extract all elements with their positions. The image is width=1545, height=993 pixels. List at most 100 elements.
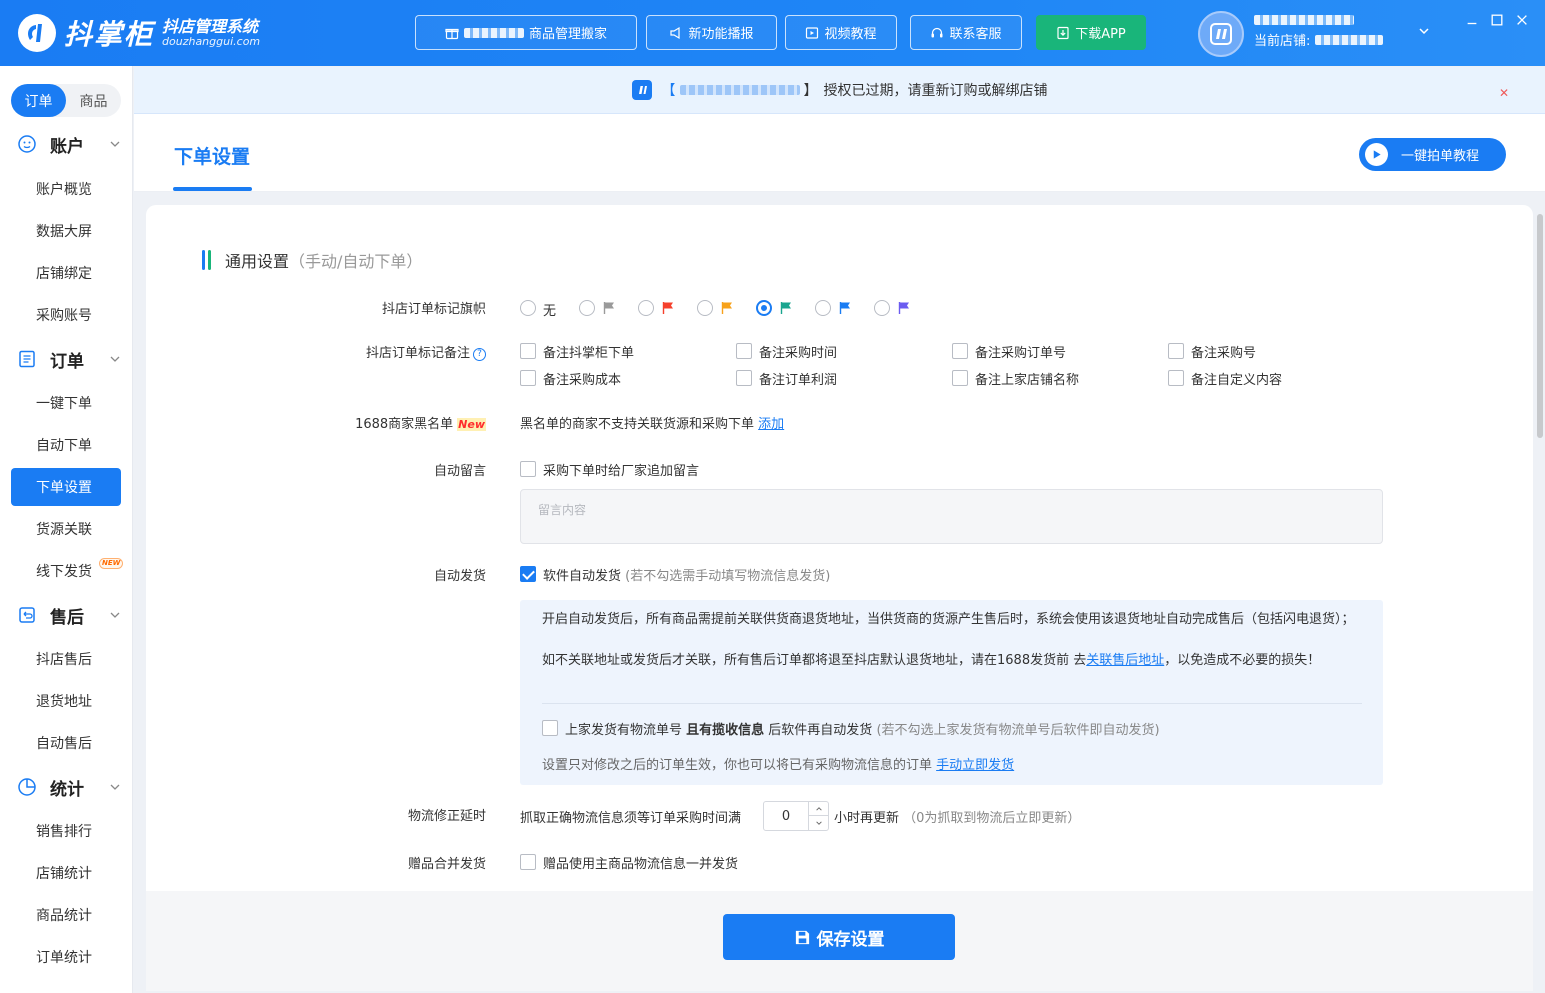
sidebar-item-account-overview[interactable]: 账户概览 xyxy=(11,170,121,208)
play-icon xyxy=(1365,143,1388,166)
flag-radio-grey[interactable] xyxy=(579,300,595,316)
delay-hours-stepper[interactable]: 0 xyxy=(763,801,829,831)
flag-radio-red[interactable] xyxy=(638,300,654,316)
video-tutorial-label: 视频教程 xyxy=(824,27,877,42)
avatar-logo-icon xyxy=(1210,23,1232,45)
save-button-label: 保存设置 xyxy=(816,929,885,950)
green-flag-icon xyxy=(780,302,791,314)
sidebar-item-label: 线下发货 xyxy=(36,564,92,580)
sidebar-item-auto-order[interactable]: 自动下单 xyxy=(11,426,121,464)
nav-group-label: 统计 xyxy=(50,779,84,800)
settings-card xyxy=(146,205,1533,991)
sidebar-item-auto-after-sales[interactable]: 自动售后 xyxy=(11,724,121,762)
nav-group-after-sales[interactable]: 售后 xyxy=(0,600,133,630)
sidebar-item-store-after-sales[interactable]: 抖店售后 xyxy=(11,640,121,678)
decrement-icon[interactable] xyxy=(809,816,829,830)
tab-orders[interactable]: 订单 xyxy=(11,84,66,117)
user-info[interactable]: 当前店铺: xyxy=(1254,12,1383,52)
goods-move-label: 商品管理搬家 xyxy=(528,27,607,42)
blue-flag-icon xyxy=(839,302,850,314)
sidebar-item-source-link[interactable]: 货源关联 xyxy=(11,510,121,548)
chevron-down-icon xyxy=(110,784,120,790)
blacklist-add-link[interactable]: 添加 xyxy=(758,417,784,432)
red-flag-icon xyxy=(662,302,673,314)
remark-checkbox-5[interactable] xyxy=(520,370,536,386)
sidebar-item-return-address[interactable]: 退货地址 xyxy=(11,682,121,720)
user-avatar[interactable] xyxy=(1198,11,1244,57)
remark-option-label: 备注上家店铺名称 xyxy=(975,373,1080,388)
remark-checkbox-1[interactable] xyxy=(520,343,536,359)
delay-hours-value[interactable]: 0 xyxy=(764,802,808,830)
contact-support-button[interactable]: 联系客服 xyxy=(910,15,1022,50)
nav-group-label: 账户 xyxy=(50,136,84,157)
pie-icon xyxy=(18,778,36,796)
sidebar-item-order-stats[interactable]: 订单统计 xyxy=(11,938,121,976)
help-icon[interactable]: ? xyxy=(473,347,486,361)
new-features-button[interactable]: 新功能播报 xyxy=(646,15,777,50)
video-tutorial-button[interactable]: 视频教程 xyxy=(785,15,897,50)
remark-option-label: 备注订单利润 xyxy=(759,373,838,388)
gift-merge-checkbox[interactable] xyxy=(520,854,536,870)
logistics-delay-unit: 小时再更新 xyxy=(834,811,900,826)
close-window-icon[interactable] xyxy=(1514,12,1530,28)
nav-group-stats[interactable]: 统计 xyxy=(0,772,133,802)
manual-ship-link[interactable]: 手动立即发货 xyxy=(936,758,1014,773)
sidebar-item-store-stats[interactable]: 店铺统计 xyxy=(11,854,121,892)
flag-radio-none[interactable] xyxy=(520,300,536,316)
minimize-icon[interactable] xyxy=(1464,12,1480,28)
auto-message-checkbox[interactable] xyxy=(520,461,536,477)
sidebar-item-offline-ship[interactable]: 线下发货 NEW xyxy=(11,552,124,590)
sidebar-item-data-screen[interactable]: 数据大屏 xyxy=(11,212,121,250)
remark-checkbox-7[interactable] xyxy=(952,370,968,386)
remark-checkbox-2[interactable] xyxy=(736,343,752,359)
scrollbar-thumb[interactable] xyxy=(1537,214,1543,438)
nav-group-label: 售后 xyxy=(50,607,84,628)
chevron-down-icon[interactable] xyxy=(1417,24,1431,38)
sidebar-item-purchase-account[interactable]: 采购账号 xyxy=(11,296,121,334)
tab-products[interactable]: 商品 xyxy=(66,84,121,117)
sidebar-item-one-click-order[interactable]: 一键下单 xyxy=(11,384,121,422)
current-store-label: 当前店铺: xyxy=(1254,34,1311,49)
remark-checkbox-6[interactable] xyxy=(736,370,752,386)
download-app-button[interactable]: 下载APP xyxy=(1036,15,1146,50)
save-settings-button[interactable]: 保存设置 xyxy=(723,914,955,960)
flag-none-label: 无 xyxy=(543,304,557,319)
flag-radio-purple[interactable] xyxy=(874,300,890,316)
app-logo: 抖掌柜 抖店管理系统 douzhanggui.com xyxy=(18,12,260,54)
auto-message-label: 自动留言 xyxy=(433,464,486,479)
flag-radio-orange[interactable] xyxy=(697,300,713,316)
remark-option-label: 备注自定义内容 xyxy=(1191,373,1283,388)
nav-group-account[interactable]: 账户 xyxy=(0,129,133,159)
sidebar-item-store-binding[interactable]: 店铺绑定 xyxy=(11,254,121,292)
nav-group-orders[interactable]: 订单 xyxy=(0,344,133,374)
logistics-delay-text-post: 小时再更新 （0为抓取到物流后立即更新） xyxy=(834,807,1080,826)
tutorial-button[interactable]: 一键拍单教程 xyxy=(1359,138,1506,171)
remark-checkbox-3[interactable] xyxy=(952,343,968,359)
blacklist-label-text: 1688商家黑名单 xyxy=(355,417,454,432)
headset-icon xyxy=(931,27,943,37)
blacklist-description: 黑名单的商家不支持关联货源和采购下单 添加 xyxy=(520,413,784,432)
notice-bracket-close: 】 xyxy=(803,83,818,99)
page-header: 下单设置 一键拍单教程 xyxy=(134,114,1545,192)
maximize-icon[interactable] xyxy=(1489,12,1505,28)
message-content-textarea[interactable]: 留言内容 xyxy=(520,489,1383,544)
remark-checkbox-4[interactable] xyxy=(1168,343,1184,359)
app-subtitle: 抖店管理系统 xyxy=(162,17,259,37)
close-icon[interactable]: ✕ xyxy=(1497,86,1511,100)
sidebar-item-order-settings[interactable]: 下单设置 xyxy=(11,468,121,506)
flag-radio-blue[interactable] xyxy=(815,300,831,316)
app-name: 抖掌柜 xyxy=(64,18,155,51)
increment-icon[interactable] xyxy=(809,802,829,816)
logistics-delay-hint: （0为抓取到物流后立即更新） xyxy=(903,811,1081,826)
pickup-info-checkbox[interactable] xyxy=(542,720,558,736)
new-features-label: 新功能播报 xyxy=(688,27,754,42)
sidebar-item-sales-ranking[interactable]: 销售排行 xyxy=(11,812,121,850)
link-after-sales-address[interactable]: 关联售后地址 xyxy=(1086,653,1164,668)
auto-ship-checkbox[interactable] xyxy=(520,566,536,582)
pickup-info-label: 上家发货有物流单号 且有揽收信息 后软件再自动发货 (若不勾选上家发货有物流单号… xyxy=(565,719,1160,738)
goods-move-button[interactable]: 商品管理搬家 xyxy=(415,15,637,50)
flag-radio-green[interactable] xyxy=(756,300,772,316)
notice-bracket-open: 【 xyxy=(661,83,676,99)
remark-checkbox-8[interactable] xyxy=(1168,370,1184,386)
sidebar-item-product-stats[interactable]: 商品统计 xyxy=(11,896,121,934)
